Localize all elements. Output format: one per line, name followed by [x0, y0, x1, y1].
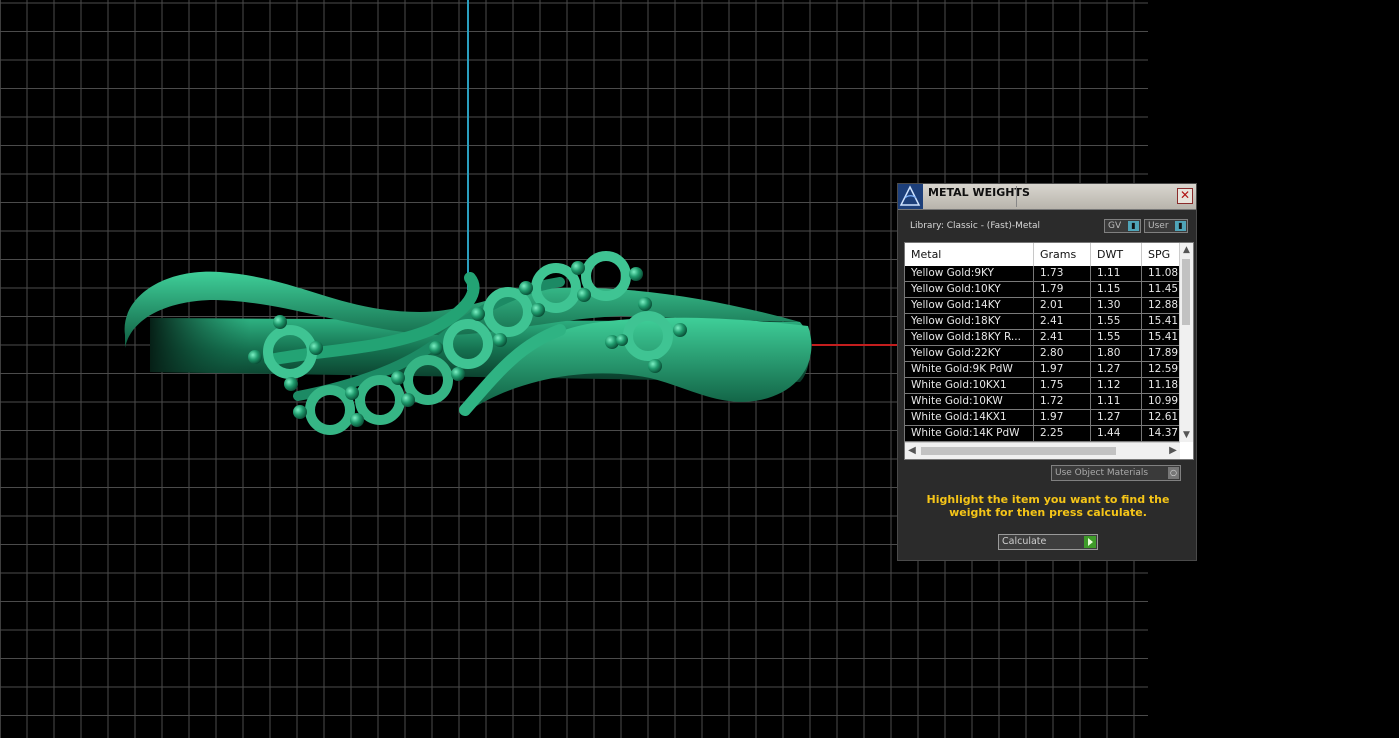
table-row[interactable]: Yellow Gold:18KY R... 2.41 1.55 15.41 — [905, 330, 1180, 346]
gv-dropdown[interactable]: GV ▮ — [1104, 219, 1141, 233]
table-cell-grams: 1.73 — [1034, 266, 1091, 281]
table-cell-spg: 10.99 — [1148, 395, 1179, 407]
toggle-icon: ○ — [1168, 467, 1179, 479]
gv-label: GV — [1108, 221, 1122, 231]
table-cell-grams: 1.72 — [1034, 394, 1091, 409]
library-label: Library: Classic - (Fast)-Metal — [910, 221, 1041, 231]
table-row[interactable]: White Gold:10KX1 1.75 1.12 11.18 — [905, 378, 1180, 394]
table-cell-grams: 1.79 — [1034, 282, 1091, 297]
column-header-spg[interactable]: SPG — [1142, 243, 1180, 266]
user-dropdown[interactable]: User ▮ — [1144, 219, 1188, 233]
table-cell-spg: 15.41 — [1148, 315, 1179, 327]
ring-model[interactable] — [124, 251, 812, 435]
use-object-materials-label: Use Object Materials — [1055, 468, 1149, 478]
scroll-right-icon[interactable]: ▶ — [1166, 443, 1180, 459]
table-cell-metal: White Gold:10KW — [905, 394, 1034, 409]
table-cell-dwt: 1.55 — [1091, 330, 1142, 345]
table-cell-metal: White Gold:9K PdW — [905, 362, 1034, 377]
table-cell-spg: 11.18 — [1148, 379, 1179, 391]
use-object-materials-toggle[interactable]: Use Object Materials ○ — [1051, 465, 1181, 481]
table-row[interactable]: Yellow Gold:18KY 2.41 1.55 15.41 — [905, 314, 1180, 330]
title-separator — [1016, 186, 1017, 207]
table-cell-dwt: 1.11 — [1091, 394, 1142, 409]
table-cell-grams: 2.41 — [1034, 314, 1091, 329]
calculate-label: Calculate — [1002, 536, 1047, 547]
table-cell-spg: 17.89 — [1148, 347, 1179, 359]
table-cell-dwt: 1.55 — [1091, 314, 1142, 329]
table-cell-metal: White Gold:14KX1 — [905, 410, 1034, 425]
horizontal-scroll-thumb[interactable] — [921, 447, 1116, 455]
scroll-left-icon[interactable]: ◀ — [905, 443, 919, 459]
table-cell-spg: 12.88 — [1148, 299, 1179, 311]
table-cell-spg: 12.59 — [1148, 363, 1179, 375]
play-icon — [1084, 536, 1096, 548]
table-body: Yellow Gold:9KY 1.73 1.11 11.08 Yellow Gold:… — [905, 266, 1180, 442]
table-cell-grams: 1.97 — [1034, 362, 1091, 377]
panel-titlebar[interactable]: METAL WEIGHTS ✕ — [898, 184, 1196, 210]
table-cell-dwt: 1.27 — [1091, 410, 1142, 425]
table-cell-dwt: 1.15 — [1091, 282, 1142, 297]
table-cell-metal: Yellow Gold:18KY — [905, 314, 1034, 329]
table-cell-spg: 11.45 — [1148, 283, 1179, 295]
table-row[interactable]: Yellow Gold:14KY 2.01 1.30 12.88 — [905, 298, 1180, 314]
table-cell-grams: 2.01 — [1034, 298, 1091, 313]
dropdown-arrow-icon: ▮ — [1128, 221, 1139, 231]
calculate-button[interactable]: Calculate — [998, 534, 1098, 550]
user-label: User — [1148, 221, 1169, 231]
table-cell-dwt: 1.27 — [1091, 362, 1142, 377]
table-cell-grams: 2.80 — [1034, 346, 1091, 361]
table-cell-spg: 11.08 — [1148, 267, 1179, 279]
table-cell-grams: 1.75 — [1034, 378, 1091, 393]
column-header-grams[interactable]: Grams — [1034, 243, 1091, 266]
table-row[interactable]: Yellow Gold:9KY 1.73 1.11 11.08 — [905, 266, 1180, 282]
table-cell-metal: Yellow Gold:14KY — [905, 298, 1034, 313]
table-cell-metal: White Gold:14K PdW — [905, 426, 1034, 441]
column-header-metal[interactable]: Metal — [905, 243, 1034, 266]
table-cell-metal: Yellow Gold:22KY — [905, 346, 1034, 361]
dropdown-arrow-icon: ▮ — [1175, 221, 1186, 231]
table-row[interactable]: White Gold:14K PdW 2.25 1.44 14.37 — [905, 426, 1180, 442]
metal-table[interactable]: Metal Grams DWT SPG Yellow Gold:9KY 1.73 1… — [904, 242, 1194, 460]
table-row[interactable]: White Gold:10KW 1.72 1.11 10.99 — [905, 394, 1180, 410]
table-cell-metal: White Gold:10KX1 — [905, 378, 1034, 393]
horizontal-scrollbar[interactable]: ◀ ▶ — [905, 442, 1180, 459]
table-cell-spg: 12.61 — [1148, 411, 1179, 423]
table-row[interactable]: Yellow Gold:22KY 2.80 1.80 17.89 — [905, 346, 1180, 362]
table-cell-grams: 1.97 — [1034, 410, 1091, 425]
scroll-down-icon[interactable]: ▼ — [1180, 428, 1193, 442]
metal-weights-panel: METAL WEIGHTS ✕ Library: Classic - (Fast… — [897, 183, 1197, 561]
table-cell-dwt: 1.11 — [1091, 266, 1142, 281]
table-cell-metal: Yellow Gold:9KY — [905, 266, 1034, 281]
table-row[interactable]: White Gold:9K PdW 1.97 1.27 12.59 — [905, 362, 1180, 378]
table-row[interactable]: White Gold:14KX1 1.97 1.27 12.61 — [905, 410, 1180, 426]
table-row[interactable]: Yellow Gold:10KY 1.79 1.15 11.45 — [905, 282, 1180, 298]
table-header: Metal Grams DWT SPG — [905, 243, 1180, 266]
close-icon[interactable]: ✕ — [1177, 188, 1193, 204]
column-header-dwt[interactable]: DWT — [1091, 243, 1142, 266]
panel-title: METAL WEIGHTS — [928, 186, 1030, 199]
table-cell-dwt: 1.44 — [1091, 426, 1142, 441]
table-cell-spg: 15.41 — [1148, 331, 1179, 343]
table-cell-grams: 2.41 — [1034, 330, 1091, 345]
scroll-up-icon[interactable]: ▲ — [1180, 243, 1193, 257]
vertical-scrollbar[interactable]: ▲ ▼ — [1179, 243, 1193, 442]
app-logo-icon — [898, 184, 923, 209]
table-cell-metal: Yellow Gold:18KY R... — [905, 330, 1034, 345]
table-cell-dwt: 1.80 — [1091, 346, 1142, 361]
vertical-scroll-thumb[interactable] — [1182, 259, 1190, 325]
instruction-text: Highlight the item you want to find the … — [926, 493, 1170, 519]
table-cell-grams: 2.25 — [1034, 426, 1091, 441]
table-cell-spg: 14.37 — [1148, 427, 1179, 439]
table-cell-dwt: 1.12 — [1091, 378, 1142, 393]
table-cell-metal: Yellow Gold:10KY — [905, 282, 1034, 297]
table-cell-dwt: 1.30 — [1091, 298, 1142, 313]
